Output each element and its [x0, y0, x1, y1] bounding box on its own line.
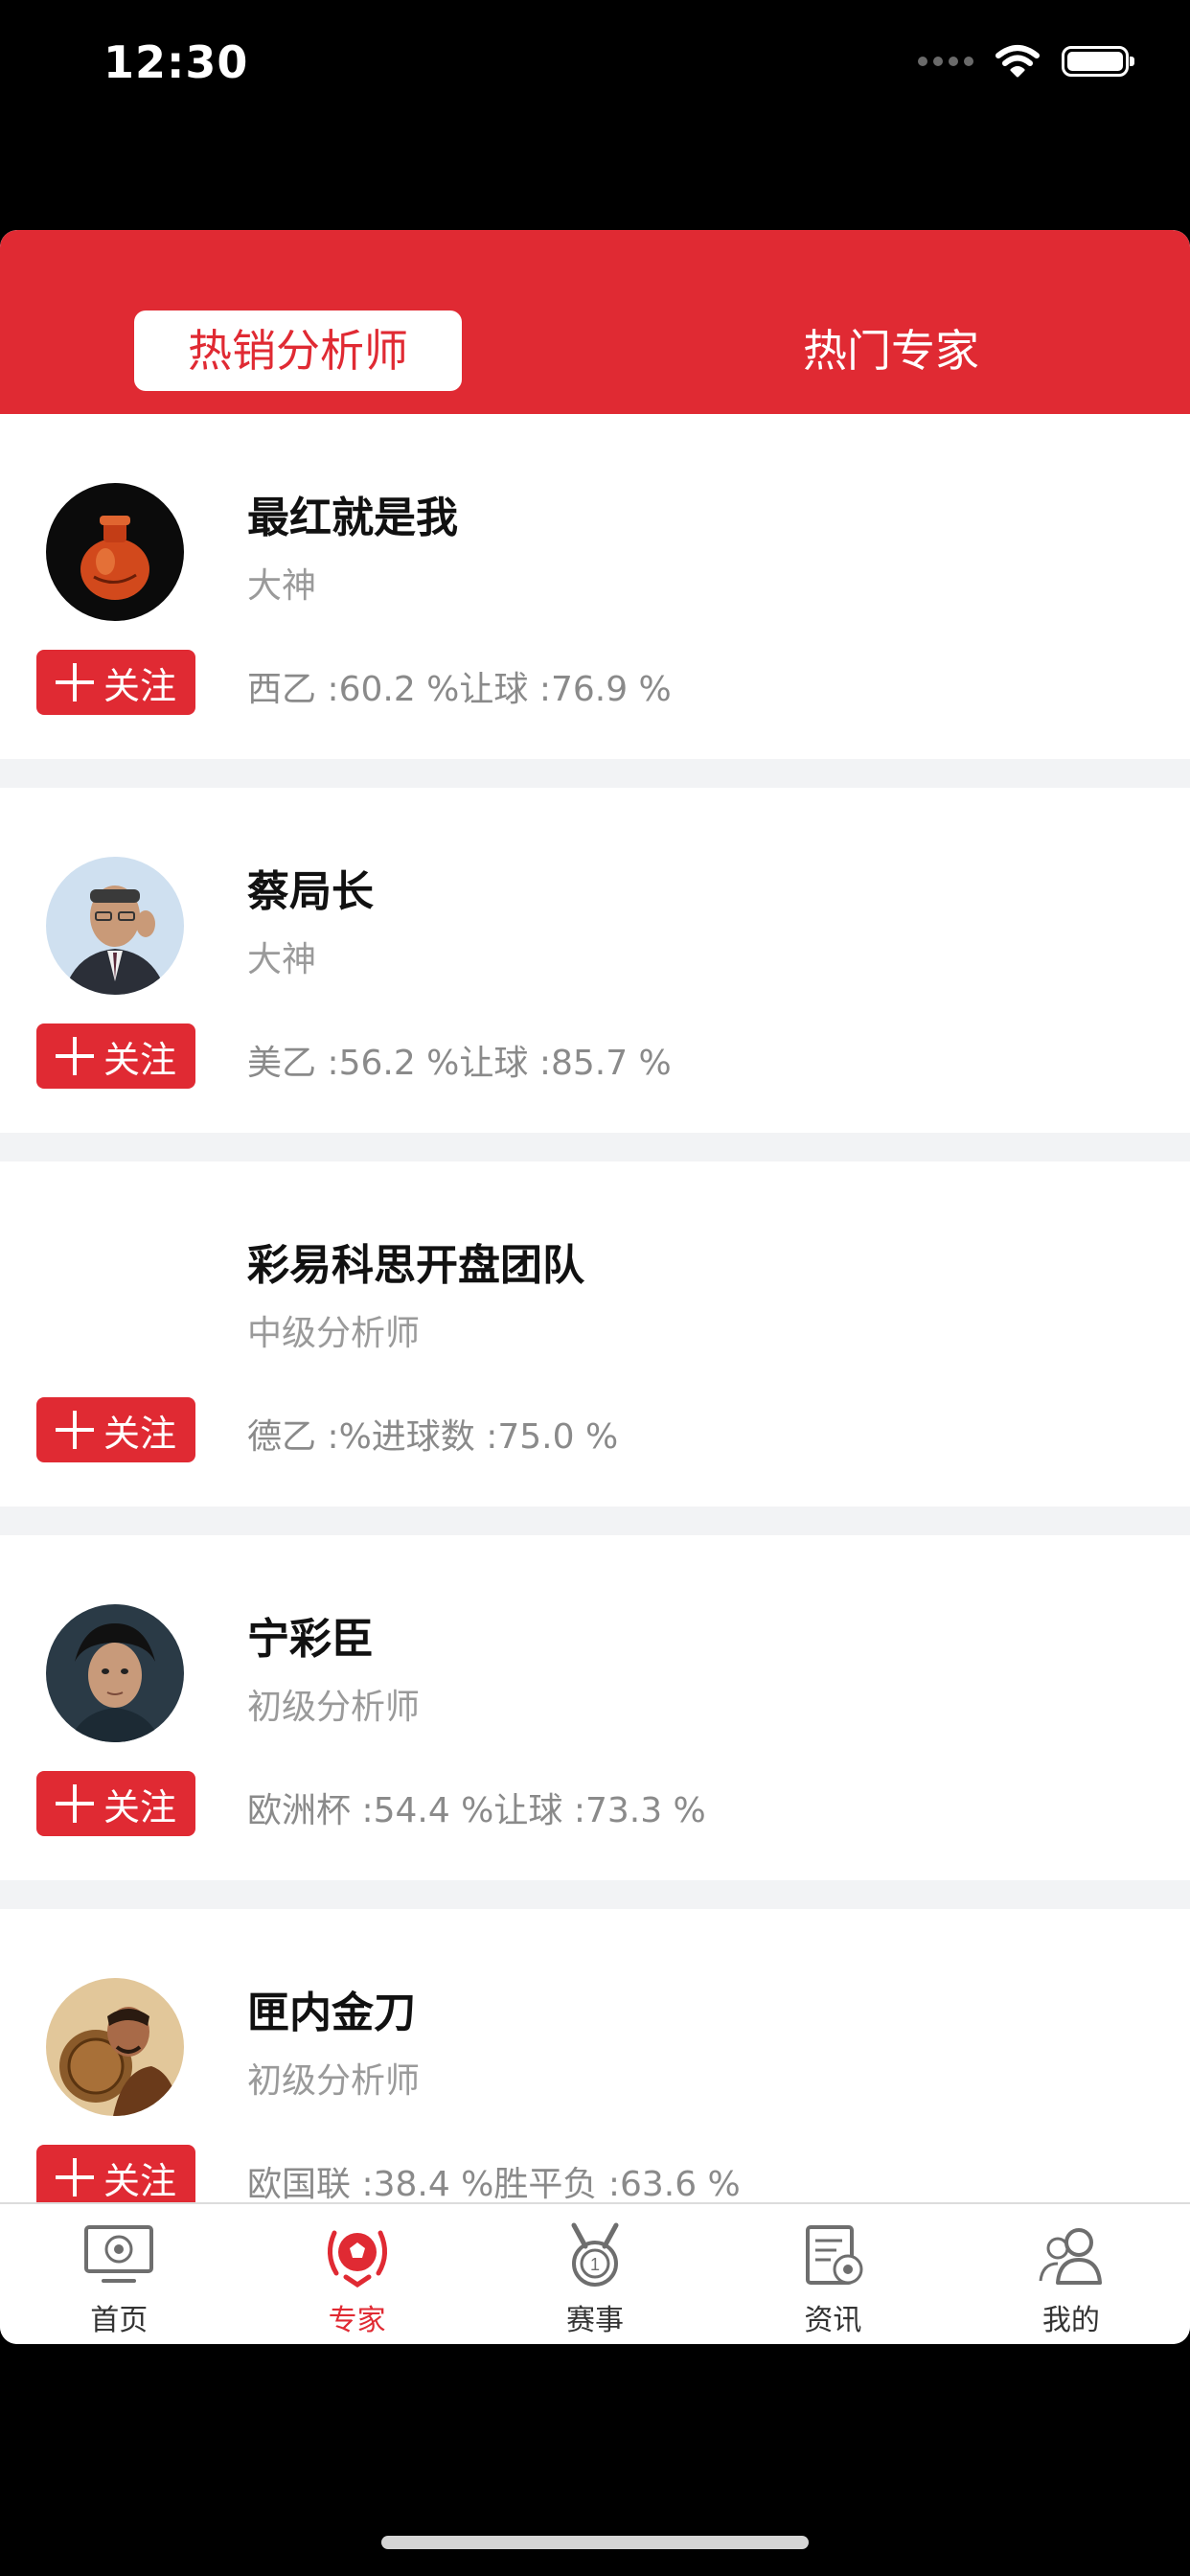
bottom-nav: 首页 专家 1 赛事 资讯 我的: [0, 2202, 1190, 2344]
status-bar: 12:30: [0, 0, 1190, 134]
expert-name: 彩易科思开盘团队: [247, 1241, 584, 1290]
expert-level: 初级分析师: [247, 2061, 421, 2101]
expert-stats: 德乙 :%进球数 :75.0 %: [247, 1417, 619, 1457]
snuff-bottle-avatar[interactable]: [46, 483, 184, 621]
actor-avatar[interactable]: [46, 1604, 184, 1742]
expert-card[interactable]: 关注 彩易科思开盘团队 中级分析师 德乙 :%进球数 :75.0 %: [0, 1162, 1190, 1506]
expert-name: 最红就是我: [247, 494, 458, 542]
medal-icon: 1: [571, 2222, 619, 2287]
expert-name: 宁彩臣: [247, 1615, 374, 1664]
expert-name: 蔡局长: [247, 867, 374, 916]
plus-icon: [55, 1784, 94, 1823]
status-icons: [918, 44, 1134, 79]
nav-item-experts[interactable]: 专家: [238, 2204, 475, 2344]
expert-stats: 欧洲杯 :54.4 %让球 :73.3 %: [247, 1791, 706, 1830]
expert-list[interactable]: 关注 最红就是我 大神 西乙 :60.2 %让球 :76.9 % 关注 蔡局长 …: [0, 414, 1190, 2204]
battery-icon: [1062, 46, 1134, 77]
wifi-icon: [995, 45, 1040, 78]
follow-button[interactable]: 关注: [36, 2145, 195, 2204]
home-indicator[interactable]: [381, 2536, 809, 2549]
nav-label: 赛事: [566, 2304, 625, 2337]
expert-name: 匣内金刀: [247, 1989, 416, 2037]
nav-label: 我的: [1041, 2304, 1100, 2337]
users-icon: [1039, 2228, 1102, 2285]
app-container: 热销分析师 热门专家 关注 最红就是我 大神 西乙 :60.2 %让球:76.…: [0, 230, 1190, 2344]
follow-button[interactable]: 关注: [36, 1024, 195, 1089]
tab-bar: 热销分析师 热门专家: [0, 230, 1190, 414]
plus-icon: [55, 2158, 94, 2196]
football-laurel-icon: [327, 2230, 387, 2288]
nav-label: 资讯: [804, 2304, 862, 2337]
man-in-suit-avatar[interactable]: [46, 857, 184, 995]
warrior-avatar[interactable]: [46, 1978, 184, 2116]
expert-card[interactable]: 关注 匣内金刀 初级分析师 欧国联 :38.4 %胜平负 :63.6 %: [0, 1909, 1190, 2204]
status-time: 12:30: [103, 36, 249, 88]
follow-label: 关注: [103, 2159, 176, 2202]
news-football-icon: [806, 2225, 863, 2285]
expert-stats: 西乙 :60.2 %让球 :76.9 %: [247, 670, 672, 709]
plus-icon: [55, 663, 94, 702]
follow-button[interactable]: 关注: [36, 1771, 195, 1836]
tab-hot-sale-analysts[interactable]: 热销分析师: [134, 310, 462, 391]
cellular-signal-icon: [918, 57, 973, 66]
tab-hot-experts[interactable]: 热门专家: [728, 310, 1054, 391]
expert-card[interactable]: 关注 最红就是我 大神 西乙 :60.2 %让球 :76.9 %: [0, 414, 1190, 759]
nav-item-matches[interactable]: 1 赛事: [476, 2204, 714, 2344]
follow-button[interactable]: 关注: [36, 1397, 195, 1462]
expert-level: 中级分析师: [247, 1314, 421, 1353]
nav-item-home[interactable]: 首页: [0, 2204, 238, 2344]
plus-icon: [55, 1411, 94, 1449]
empty-avatar[interactable]: [46, 1230, 184, 1368]
follow-button[interactable]: 关注: [36, 650, 195, 715]
expert-level: 大神: [247, 940, 317, 979]
follow-label: 关注: [103, 664, 176, 707]
expert-card[interactable]: 关注 宁彩臣 初级分析师 欧洲杯 :54.4 %让球 :73.3 %: [0, 1535, 1190, 1880]
expert-stats: 欧国联 :38.4 %胜平负 :63.6 %: [247, 2165, 741, 2204]
expert-stats: 美乙 :56.2 %让球 :85.7 %: [247, 1044, 672, 1083]
follow-label: 关注: [103, 1038, 176, 1081]
expert-card[interactable]: 关注 蔡局长 大神 美乙 :56.2 %让球 :85.7 %: [0, 788, 1190, 1133]
plus-icon: [55, 1037, 94, 1075]
nav-label: 专家: [328, 2304, 386, 2337]
tv-football-icon: [84, 2225, 154, 2283]
follow-label: 关注: [103, 1785, 176, 1828]
nav-label: 首页: [90, 2304, 149, 2337]
expert-level: 初级分析师: [247, 1688, 421, 1727]
nav-item-news[interactable]: 资讯: [714, 2204, 951, 2344]
svg-text:1: 1: [590, 2255, 600, 2274]
follow-label: 关注: [103, 1412, 176, 1455]
expert-level: 大神: [247, 566, 317, 606]
nav-item-mine[interactable]: 我的: [952, 2204, 1190, 2344]
